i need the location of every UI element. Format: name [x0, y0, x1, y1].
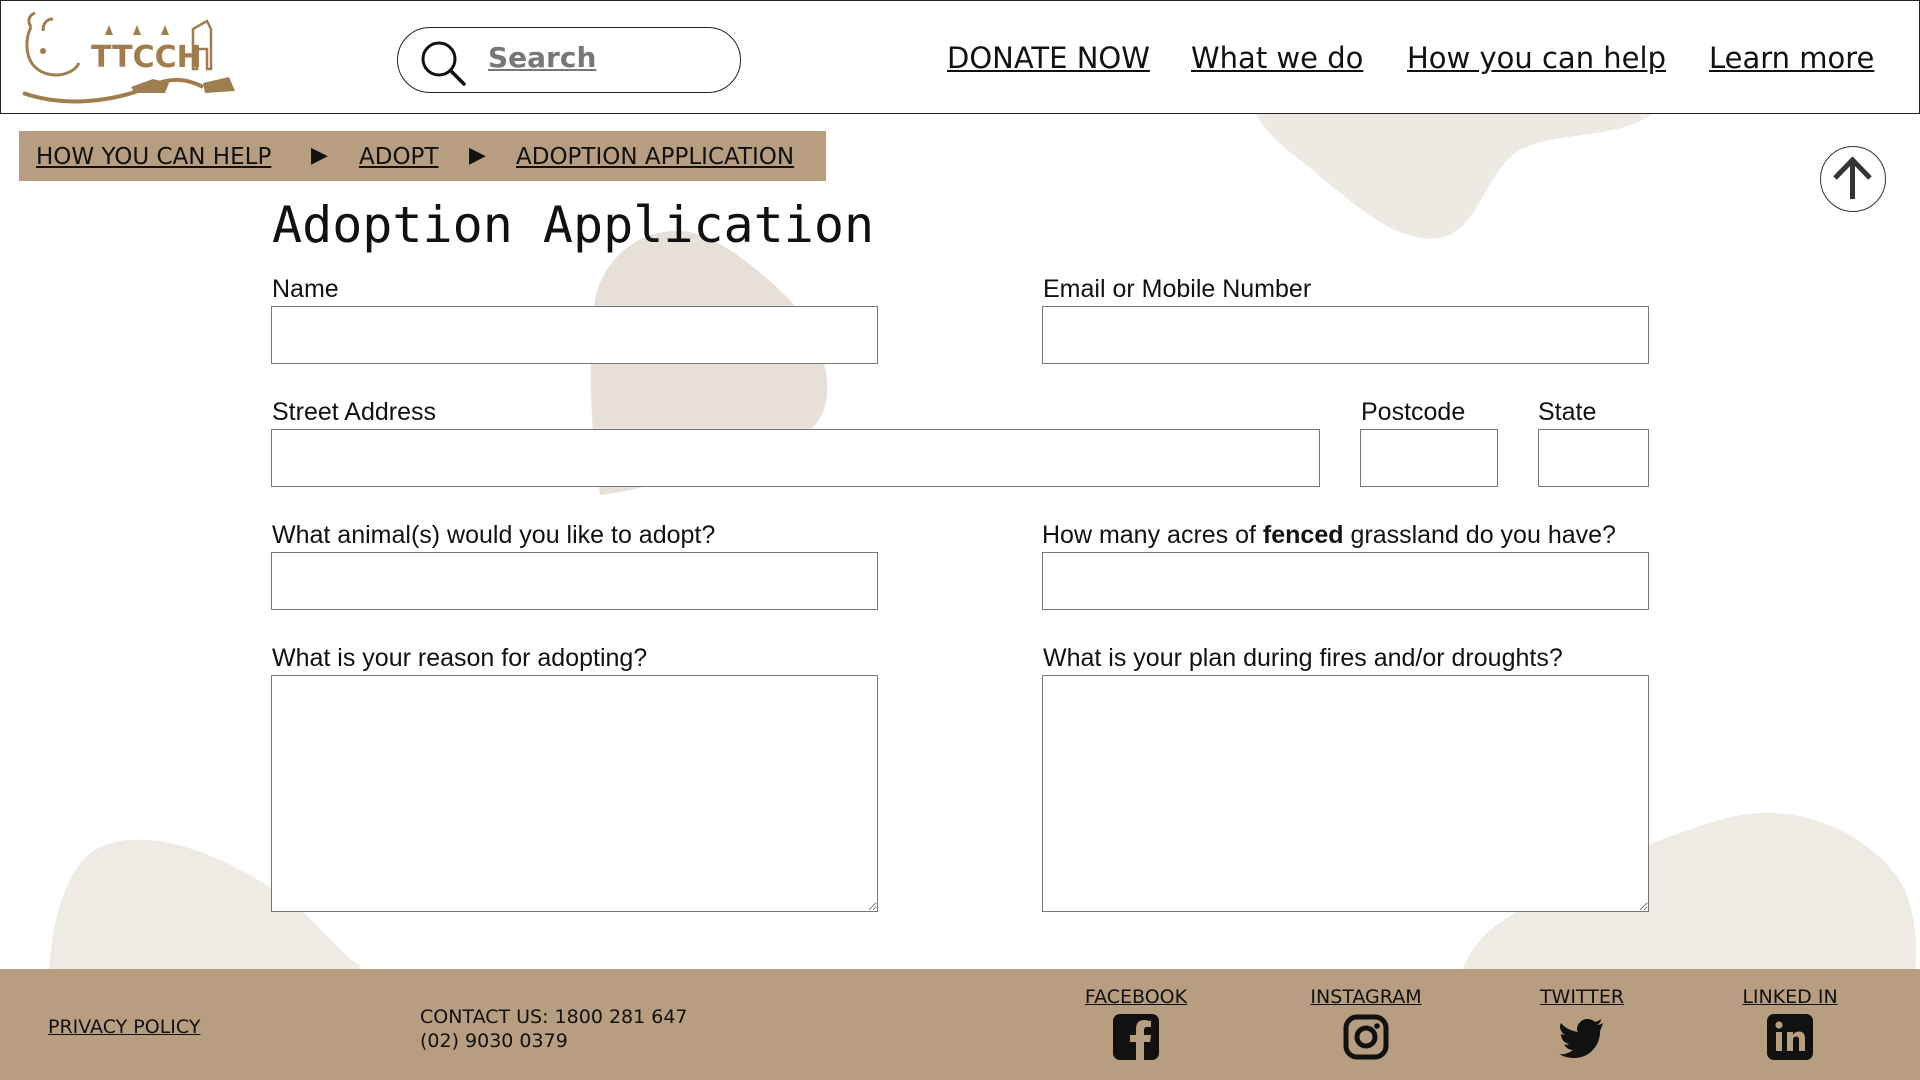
street-address-input[interactable] — [271, 429, 1320, 487]
facebook-link[interactable]: FACEBOOK — [1080, 986, 1192, 1060]
animal-label: What animal(s) would you like to adopt? — [272, 521, 716, 549]
contact-phone-2: (02) 9030 0379 — [420, 1030, 568, 1052]
svg-text:TTCCH: TTCCH — [91, 40, 202, 75]
linkedin-link[interactable]: LINKED IN — [1736, 986, 1844, 1060]
instagram-label[interactable]: INSTAGRAM — [1308, 986, 1424, 1008]
instagram-icon[interactable] — [1343, 1014, 1389, 1060]
site-footer: PRIVACY POLICY CONTACT US: 1800 281 647 … — [0, 969, 1920, 1080]
chevron-right-icon: ▶ — [311, 143, 328, 168]
reason-textarea[interactable] — [271, 675, 878, 912]
contact-phone-1: CONTACT US: 1800 281 647 — [420, 1006, 688, 1028]
acres-input[interactable] — [1042, 552, 1649, 610]
postcode-label: Postcode — [1361, 398, 1466, 426]
animal-input[interactable] — [271, 552, 878, 610]
search-box[interactable]: Search — [397, 27, 741, 93]
facebook-icon[interactable] — [1113, 1014, 1159, 1060]
search-input[interactable]: Search — [488, 41, 596, 74]
chevron-right-icon: ▶ — [469, 143, 486, 168]
linkedin-icon[interactable] — [1767, 1014, 1813, 1060]
reason-label: What is your reason for adopting? — [272, 644, 648, 672]
acres-label: How many acres of fenced grassland do yo… — [1042, 521, 1616, 549]
twitter-link[interactable]: TWITTER — [1534, 986, 1630, 1060]
name-input[interactable] — [271, 306, 878, 364]
twitter-label[interactable]: TWITTER — [1534, 986, 1630, 1008]
site-header: TTCCH Search DONATE NOW What we do How y… — [0, 0, 1920, 114]
plan-label: What is your plan during fires and/or dr… — [1043, 644, 1563, 672]
nav-learn-more[interactable]: Learn more — [1709, 41, 1874, 75]
state-input[interactable] — [1538, 429, 1649, 487]
postcode-input[interactable] — [1360, 429, 1498, 487]
breadcrumb-how-you-can-help[interactable]: HOW YOU CAN HELP — [36, 144, 271, 170]
nav-how-you-can-help[interactable]: How you can help — [1407, 41, 1666, 75]
ttcch-logo[interactable]: TTCCH — [13, 9, 245, 105]
search-icon — [421, 41, 466, 86]
privacy-policy-link[interactable]: PRIVACY POLICY — [48, 1016, 200, 1038]
contact-label: Email or Mobile Number — [1043, 275, 1312, 303]
name-label: Name — [272, 275, 339, 303]
plan-textarea[interactable] — [1042, 675, 1649, 912]
twitter-icon[interactable] — [1559, 1014, 1605, 1060]
contact-info: CONTACT US: 1800 281 647 (02) 9030 0379 — [420, 1005, 688, 1053]
instagram-link[interactable]: INSTAGRAM — [1308, 986, 1424, 1060]
breadcrumb-adopt[interactable]: ADOPT — [359, 144, 438, 170]
nav-donate-now[interactable]: DONATE NOW — [947, 41, 1150, 75]
street-address-label: Street Address — [272, 398, 436, 426]
facebook-label[interactable]: FACEBOOK — [1080, 986, 1192, 1008]
state-label: State — [1538, 398, 1597, 426]
breadcrumb: HOW YOU CAN HELP ▶ ADOPT ▶ ADOPTION APPL… — [19, 131, 826, 181]
breadcrumb-adoption-application[interactable]: ADOPTION APPLICATION — [516, 144, 794, 170]
scroll-to-top-button[interactable] — [1820, 146, 1886, 212]
nav-what-we-do[interactable]: What we do — [1191, 41, 1363, 75]
page-title: Adoption Application — [272, 196, 875, 254]
arrow-up-icon — [1833, 156, 1872, 199]
linkedin-label[interactable]: LINKED IN — [1736, 986, 1844, 1008]
contact-input[interactable] — [1042, 306, 1649, 364]
